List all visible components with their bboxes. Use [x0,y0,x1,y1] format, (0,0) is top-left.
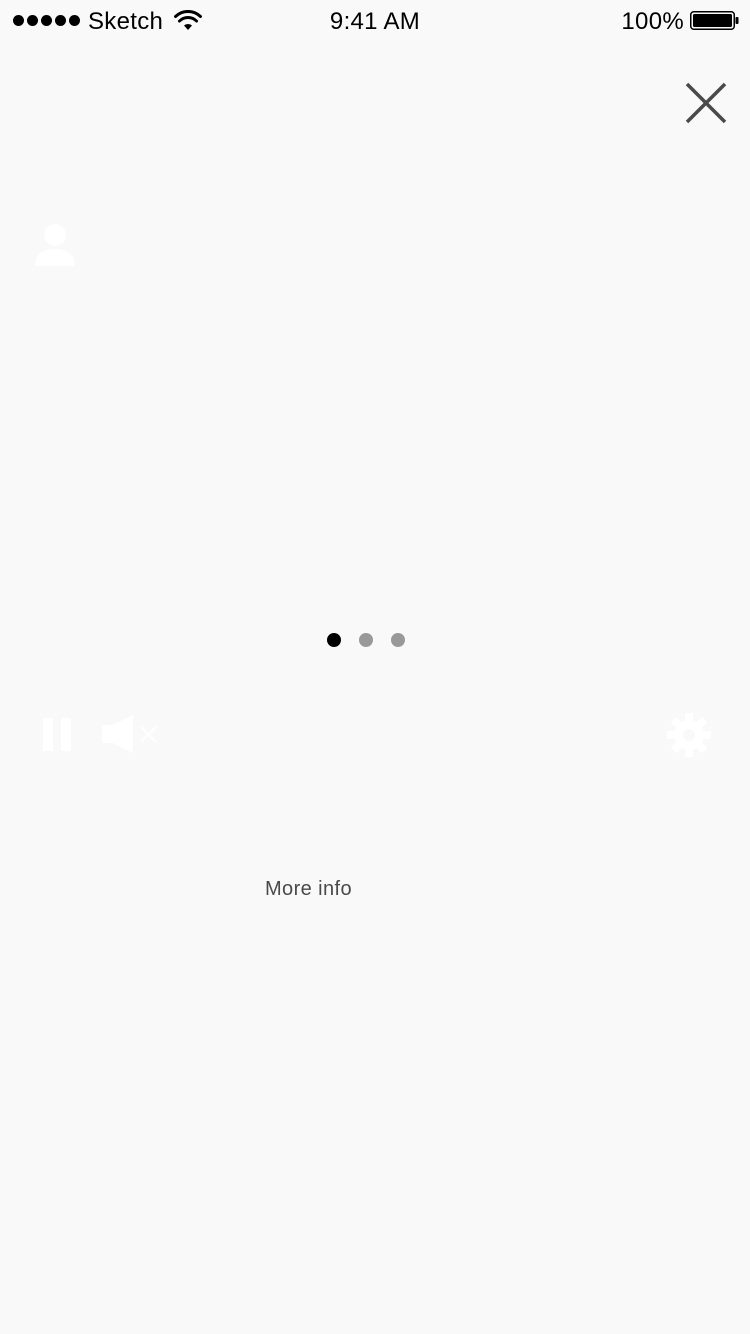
pause-icon [43,718,71,751]
status-bar: Sketch 9:41 AM 100% [0,0,750,40]
person-icon[interactable] [33,222,77,268]
screen: Sketch 9:41 AM 100% More info [0,0,750,1334]
page-indicator [327,633,405,647]
gear-icon [667,713,711,757]
battery-percentage: 100% [621,8,684,35]
battery-icon [690,11,739,30]
close-icon [685,82,727,124]
page-dot-2[interactable] [359,633,373,647]
speaker-muted-icon [102,715,157,753]
close-button[interactable] [681,78,731,128]
settings-button[interactable] [666,712,712,758]
page-dot-1[interactable] [327,633,341,647]
mute-button[interactable] [100,714,162,754]
page-dot-3[interactable] [391,633,405,647]
pause-button[interactable] [40,715,76,753]
more-info-link[interactable]: More info [265,876,352,902]
